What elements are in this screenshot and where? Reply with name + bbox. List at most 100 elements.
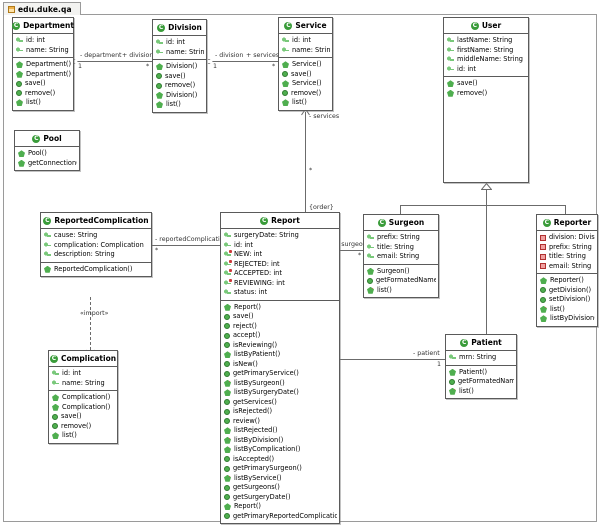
- method-row: Department(): [16, 60, 71, 70]
- edge-service-report: [305, 112, 306, 215]
- method-text: remove(): [165, 81, 196, 90]
- method-text: getDivision(): [549, 285, 592, 294]
- method-row: list(): [16, 98, 71, 108]
- method-text: list(): [62, 431, 77, 440]
- attribute-row: complication: Complication: [44, 241, 149, 251]
- attribute-row: mrn: String: [449, 353, 514, 363]
- attribute-row: id: int: [282, 36, 330, 46]
- attribute-icon: [44, 232, 51, 240]
- attribute-text: prefix: String: [377, 233, 420, 242]
- attribute-icon: [449, 354, 456, 362]
- static-method-icon: [224, 427, 231, 435]
- class-service[interactable]: C Service id: int name: String Service()…: [278, 17, 333, 111]
- attribute-text: ACCEPTED: int: [234, 269, 282, 278]
- attribute-text: cause: String: [54, 231, 98, 240]
- class-report[interactable]: C Report surgeryDate: String id: int NEW…: [220, 212, 340, 524]
- attribute-text: lastName: String: [457, 36, 513, 45]
- method-row: Division(): [156, 91, 204, 101]
- method-row: Complication(): [52, 393, 115, 403]
- attribute-text: name: String: [292, 45, 330, 54]
- generalization-triangle-user: [481, 183, 492, 190]
- static-method-icon: [449, 387, 456, 395]
- method-icon: [156, 82, 162, 89]
- method-row: save(): [156, 72, 204, 82]
- method-text: save(): [291, 69, 312, 78]
- methods-reporter: Reporter() getDivision() setDivision() l…: [537, 274, 597, 326]
- method-icon: [224, 484, 230, 491]
- class-header-service: C Service: [279, 18, 332, 34]
- constructor-icon: [16, 61, 23, 69]
- method-text: Complication(): [62, 393, 111, 402]
- attribute-icon: [156, 48, 163, 56]
- method-row: Pool(): [18, 149, 77, 159]
- static-method-icon: [282, 99, 289, 107]
- method-text: listByDivision(): [234, 435, 284, 444]
- class-division[interactable]: C Division id: int name: String Division…: [152, 19, 207, 113]
- constructor-icon: [44, 265, 51, 273]
- constructor-icon: [540, 277, 547, 285]
- method-row: Reporter(): [540, 276, 595, 286]
- attribute-text: name: String: [26, 45, 69, 54]
- constructor-icon: [367, 267, 374, 275]
- method-text: save(): [61, 412, 82, 421]
- class-complication[interactable]: C Complication id: int name: String Comp…: [48, 350, 118, 444]
- label-services-report-role: - services: [309, 113, 340, 120]
- method-text: setDivision(): [549, 295, 591, 304]
- static-method-icon: [367, 286, 374, 294]
- attribute-text: REVIEWING: int: [234, 278, 285, 287]
- attribute-row: title: String: [367, 243, 436, 253]
- attribute-row: description: String: [44, 250, 149, 260]
- private-attribute-icon: [540, 234, 546, 241]
- method-icon: [224, 342, 230, 349]
- class-icon: C: [470, 21, 479, 30]
- attribute-text: id: int: [166, 38, 185, 47]
- method-icon: [224, 418, 230, 425]
- class-department[interactable]: C Department id: int name: String Depart…: [12, 17, 74, 111]
- attribute-text: email: String: [377, 252, 420, 261]
- class-surgeon[interactable]: C Surgeon prefix: String title: String e…: [363, 214, 439, 298]
- class-reportedcomplication[interactable]: C ReportedComplication cause: String com…: [40, 212, 152, 277]
- class-header-department: C Department: [12, 18, 74, 34]
- attribute-row: cause: String: [44, 231, 149, 241]
- method-row: remove(): [447, 89, 526, 99]
- class-reporter[interactable]: C Reporter division: Division prefix: St…: [536, 214, 598, 327]
- class-pool[interactable]: C Pool Pool() getConnection(): [14, 130, 80, 171]
- class-header-report: C Report: [221, 213, 339, 229]
- method-text: list(): [550, 304, 565, 313]
- package-tab[interactable]: edu.duke.qa: [3, 2, 81, 15]
- method-text: listRejected(): [234, 426, 278, 435]
- constructor-icon: [52, 394, 59, 402]
- label-services-role: + services: [246, 52, 280, 59]
- method-text: getSurgeryDate(): [233, 492, 291, 501]
- class-header-user: C User: [444, 18, 528, 34]
- method-icon: [367, 277, 373, 284]
- class-name: Pool: [43, 134, 62, 143]
- method-row: getFormatedName(): [367, 276, 436, 286]
- attribute-row: REJECTED: int: [224, 259, 337, 270]
- class-icon: C: [284, 21, 293, 30]
- method-row: review(): [224, 417, 337, 427]
- class-user[interactable]: C User lastName: String firstName: Strin…: [443, 17, 529, 183]
- method-text: save(): [25, 79, 46, 88]
- methods-reportedcomplication: ReportedComplication(): [41, 263, 151, 277]
- static-method-icon: [16, 99, 23, 107]
- static-method-icon: [224, 446, 231, 454]
- static-attribute-icon: [224, 278, 232, 287]
- label-patient-mult: 1: [437, 361, 442, 368]
- attribute-text: email: String: [549, 261, 592, 270]
- attribute-icon: [447, 37, 454, 45]
- method-row: Complication(): [52, 403, 115, 413]
- class-name: Patient: [471, 338, 502, 347]
- class-patient[interactable]: C Patient mrn: String Patient() getForma…: [445, 334, 517, 399]
- method-text: Report(): [234, 302, 262, 311]
- attribute-text: description: String: [54, 250, 115, 259]
- method-text: getFormatedName(): [458, 377, 514, 386]
- edge-division-service: [213, 61, 278, 62]
- method-text: save(): [165, 71, 186, 80]
- attribute-icon: [224, 232, 231, 240]
- method-row: accept(): [224, 331, 337, 341]
- label-division-mult: 1: [213, 63, 218, 70]
- method-text: getServices(): [233, 397, 277, 406]
- method-text: remove(): [457, 88, 488, 97]
- constructor-icon: [447, 80, 454, 88]
